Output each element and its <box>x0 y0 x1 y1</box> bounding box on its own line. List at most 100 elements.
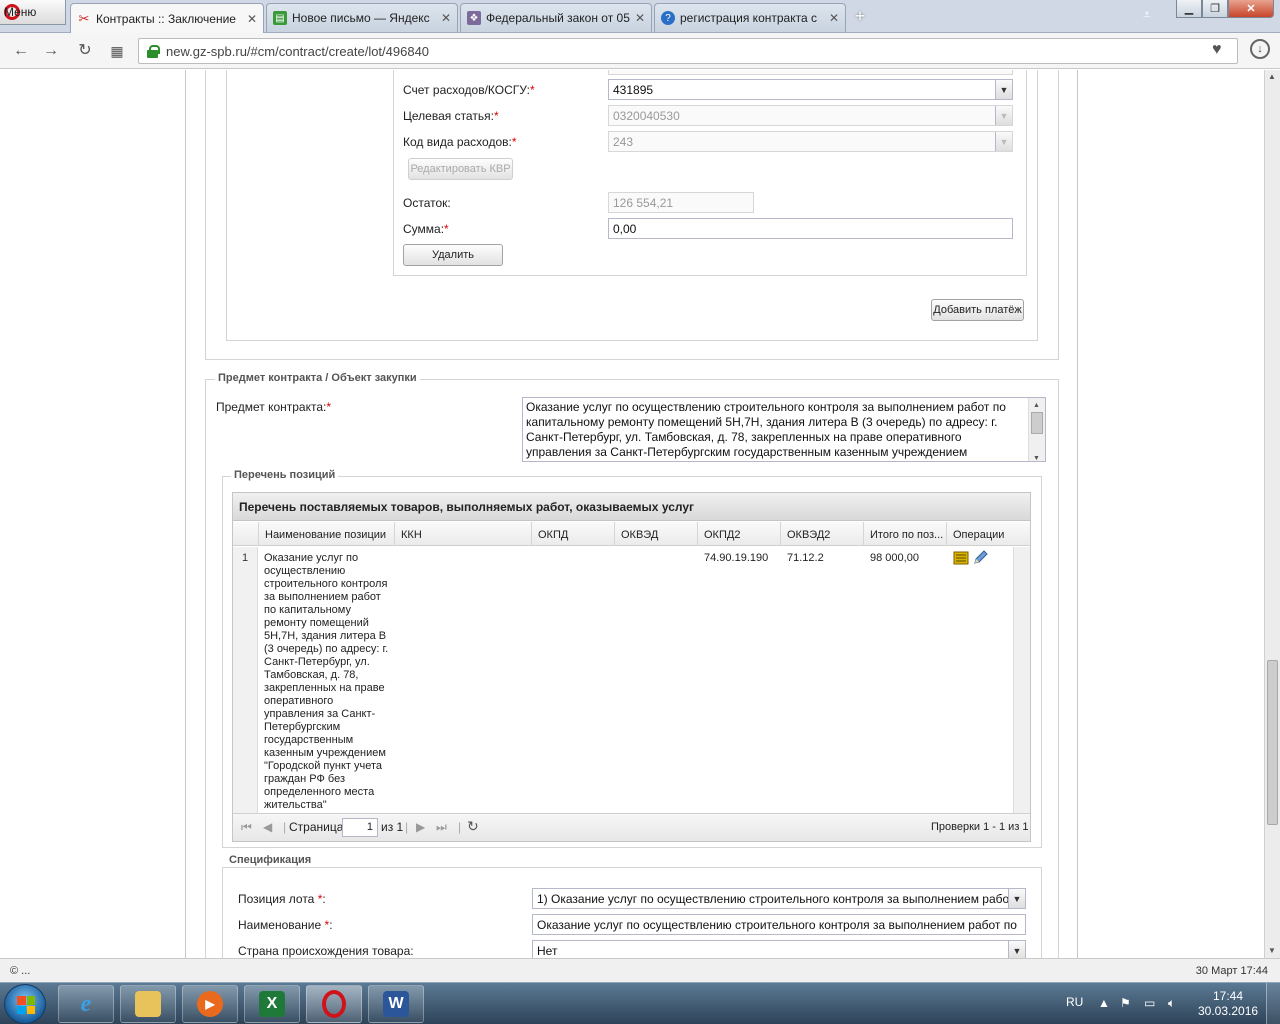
column-header-total[interactable]: Итого по поз... <box>864 522 947 546</box>
close-tab-icon[interactable]: ✕ <box>635 11 645 25</box>
scroll-up-icon[interactable]: ▲ <box>1268 72 1276 81</box>
next-page-icon[interactable]: ▶ <box>416 820 425 834</box>
lot-position-combo[interactable]: 1) Оказание услуг по осуществлению строи… <box>532 888 1026 909</box>
network-icon[interactable]: ▭ <box>1144 996 1155 1010</box>
add-payment-button[interactable]: Добавить платёж <box>931 299 1024 321</box>
column-header-okved2[interactable]: ОКВЭД2 <box>781 522 864 546</box>
first-page-icon[interactable]: ⏮ <box>241 820 252 835</box>
start-button[interactable] <box>4 984 46 1024</box>
target-article-combo: 0320040530 ▼ <box>608 105 1013 126</box>
column-header-operations[interactable]: Операции <box>947 522 1030 546</box>
language-indicator[interactable]: RU <box>1066 995 1083 1009</box>
url-input[interactable]: new.gz-spb.ru/#cm/contract/create/lot/49… <box>138 38 1238 64</box>
sum-label: Сумма:* <box>403 222 449 236</box>
taskbar-clock[interactable]: 17:44 30.03.2016 <box>1198 989 1258 1019</box>
opera-menu-button[interactable]: Меню <box>0 0 66 25</box>
back-arrow-icon[interactable]: ← <box>10 40 32 62</box>
spec-name-input[interactable]: Оказание услуг по осуществлению строител… <box>532 914 1026 935</box>
tab-menu-chevron-icon[interactable]: ⩡ <box>1143 6 1151 23</box>
subject-legend: Предмет контракта / Объект закупки <box>215 372 420 384</box>
column-header-okved[interactable]: ОКВЭД <box>615 522 698 546</box>
taskbar-word[interactable]: W <box>368 985 424 1023</box>
close-tab-icon[interactable]: ✕ <box>829 11 839 25</box>
positions-grid: Перечень поставляемых товаров, выполняем… <box>232 492 1031 842</box>
scroll-thumb[interactable] <box>1031 412 1043 434</box>
close-tab-icon[interactable]: ✕ <box>247 12 257 26</box>
grid-header: Наименование позиции ККН ОКПД ОКВЭД ОКПД… <box>233 522 1030 546</box>
show-desktop-button[interactable] <box>1266 983 1280 1024</box>
chevron-down-icon[interactable]: ▼ <box>995 80 1012 99</box>
country-label: Страна происхождения товара: <box>238 944 414 958</box>
positions-legend: Перечень позиций <box>231 469 339 481</box>
scroll-thumb[interactable] <box>1267 660 1278 825</box>
speed-dial-grid-icon[interactable]: ▦ <box>106 40 128 62</box>
scissors-icon: ✂ <box>78 10 90 26</box>
sum-input[interactable]: 0,00 <box>608 218 1013 239</box>
textarea-scrollbar[interactable]: ▲ ▼ <box>1028 398 1045 461</box>
page-number-input[interactable]: 1 <box>342 818 378 837</box>
grid-scrollbar[interactable] <box>1013 547 1030 813</box>
browser-tab-bar: Меню ✂ Контракты :: Заключение ✕ ▤ Новое… <box>0 0 1280 33</box>
windows-taskbar: e ▶ X W RU ▲ ⚑ ▭ 🔈︎ 17:44 30.03.2016 <box>0 982 1280 1024</box>
specification-list-icon[interactable] <box>953 550 969 566</box>
edit-pencil-icon[interactable] <box>972 550 988 566</box>
scroll-up-icon[interactable]: ▲ <box>1033 398 1040 413</box>
refresh-icon[interactable]: ↻ <box>467 818 479 835</box>
help-icon: ? <box>661 11 675 25</box>
taskbar-internet-explorer[interactable]: e <box>58 985 114 1023</box>
window-minimize-button[interactable]: ▁ <box>1176 0 1202 18</box>
forward-arrow-icon[interactable]: → <box>40 40 62 62</box>
lock-icon <box>147 44 160 58</box>
tab-contract-registration[interactable]: ? регистрация контракта с ✕ <box>654 3 846 32</box>
tab-yandex-mail[interactable]: ▤ Новое письмо — Яндекс ✕ <box>266 3 458 32</box>
subject-label: Предмет контракта:* <box>216 400 332 414</box>
reload-icon[interactable]: ↻ <box>74 40 96 62</box>
document-icon: ▤ <box>273 11 287 25</box>
taskbar-media-player[interactable]: ▶ <box>182 985 238 1023</box>
status-left-text: © ... <box>10 965 31 977</box>
internet-explorer-icon: e <box>80 990 92 1017</box>
taskbar-opera[interactable] <box>306 985 362 1023</box>
chevron-down-icon[interactable]: ▼ <box>1008 941 1025 958</box>
close-tab-icon[interactable]: ✕ <box>441 11 451 25</box>
bookmark-heart-icon[interactable]: ♥ <box>1212 41 1222 59</box>
edit-kvr-button[interactable]: Редактировать КВР <box>408 158 513 180</box>
volume-icon[interactable]: 🔈︎ <box>1168 996 1175 1011</box>
page-scrollbar[interactable]: ▲ ▼ <box>1264 70 1280 958</box>
tab-federal-law[interactable]: ❖ Федеральный закон от 05 ✕ <box>460 3 652 32</box>
country-combo[interactable]: Нет ▼ <box>532 940 1026 958</box>
chevron-down-icon: ▼ <box>995 106 1012 125</box>
scroll-down-icon[interactable]: ▼ <box>1033 451 1040 461</box>
grid-body: 1 Оказание услуг по осуществлению строит… <box>233 547 1013 813</box>
windows-logo-icon <box>17 996 35 1014</box>
column-header-okpd2[interactable]: ОКПД2 <box>698 522 781 546</box>
download-icon[interactable]: ↓ <box>1250 39 1270 59</box>
cell-okved2: 71.12.2 <box>787 552 824 564</box>
scroll-down-icon[interactable]: ▼ <box>1268 946 1276 955</box>
column-header-name[interactable]: Наименование позиции <box>259 522 395 546</box>
browser-status-bar: © ... 30 Март 17:44 <box>0 958 1280 982</box>
taskbar-explorer[interactable] <box>120 985 176 1023</box>
prev-page-icon[interactable]: ◀ <box>263 820 272 834</box>
new-tab-plus-icon[interactable]: + <box>850 6 870 26</box>
page-viewport: Счет расходов/КОСГУ:* 431895 ▼ Целевая с… <box>0 70 1264 958</box>
action-center-flag-icon[interactable]: ⚑ <box>1120 996 1131 1010</box>
taskbar-excel[interactable]: X <box>244 985 300 1023</box>
subject-textarea[interactable]: Оказание услуг по осуществлению строител… <box>522 397 1046 462</box>
window-close-button[interactable]: ✕ <box>1228 0 1274 18</box>
tray-expand-icon[interactable]: ▲ <box>1098 996 1110 1010</box>
balance-field: 126 554,21 <box>608 192 754 213</box>
expense-account-combo[interactable]: 431895 ▼ <box>608 79 1013 100</box>
emblem-icon: ❖ <box>467 11 481 25</box>
media-play-icon: ▶ <box>197 991 223 1017</box>
chevron-down-icon[interactable]: ▼ <box>1008 889 1025 908</box>
last-page-icon[interactable]: ⏭ <box>436 820 447 835</box>
expense-account-label: Счет расходов/КОСГУ:* <box>403 83 535 97</box>
column-header-kkn[interactable]: ККН <box>395 522 532 546</box>
window-maximize-button[interactable]: ❐ <box>1202 0 1228 18</box>
column-header-okpd[interactable]: ОКПД <box>532 522 615 546</box>
opera-menu-label: Меню <box>4 5 37 19</box>
cell-okpd2: 74.90.19.190 <box>704 552 769 564</box>
delete-payment-button[interactable]: Удалить <box>403 244 503 266</box>
tab-contracts[interactable]: ✂ Контракты :: Заключение ✕ <box>70 3 264 33</box>
